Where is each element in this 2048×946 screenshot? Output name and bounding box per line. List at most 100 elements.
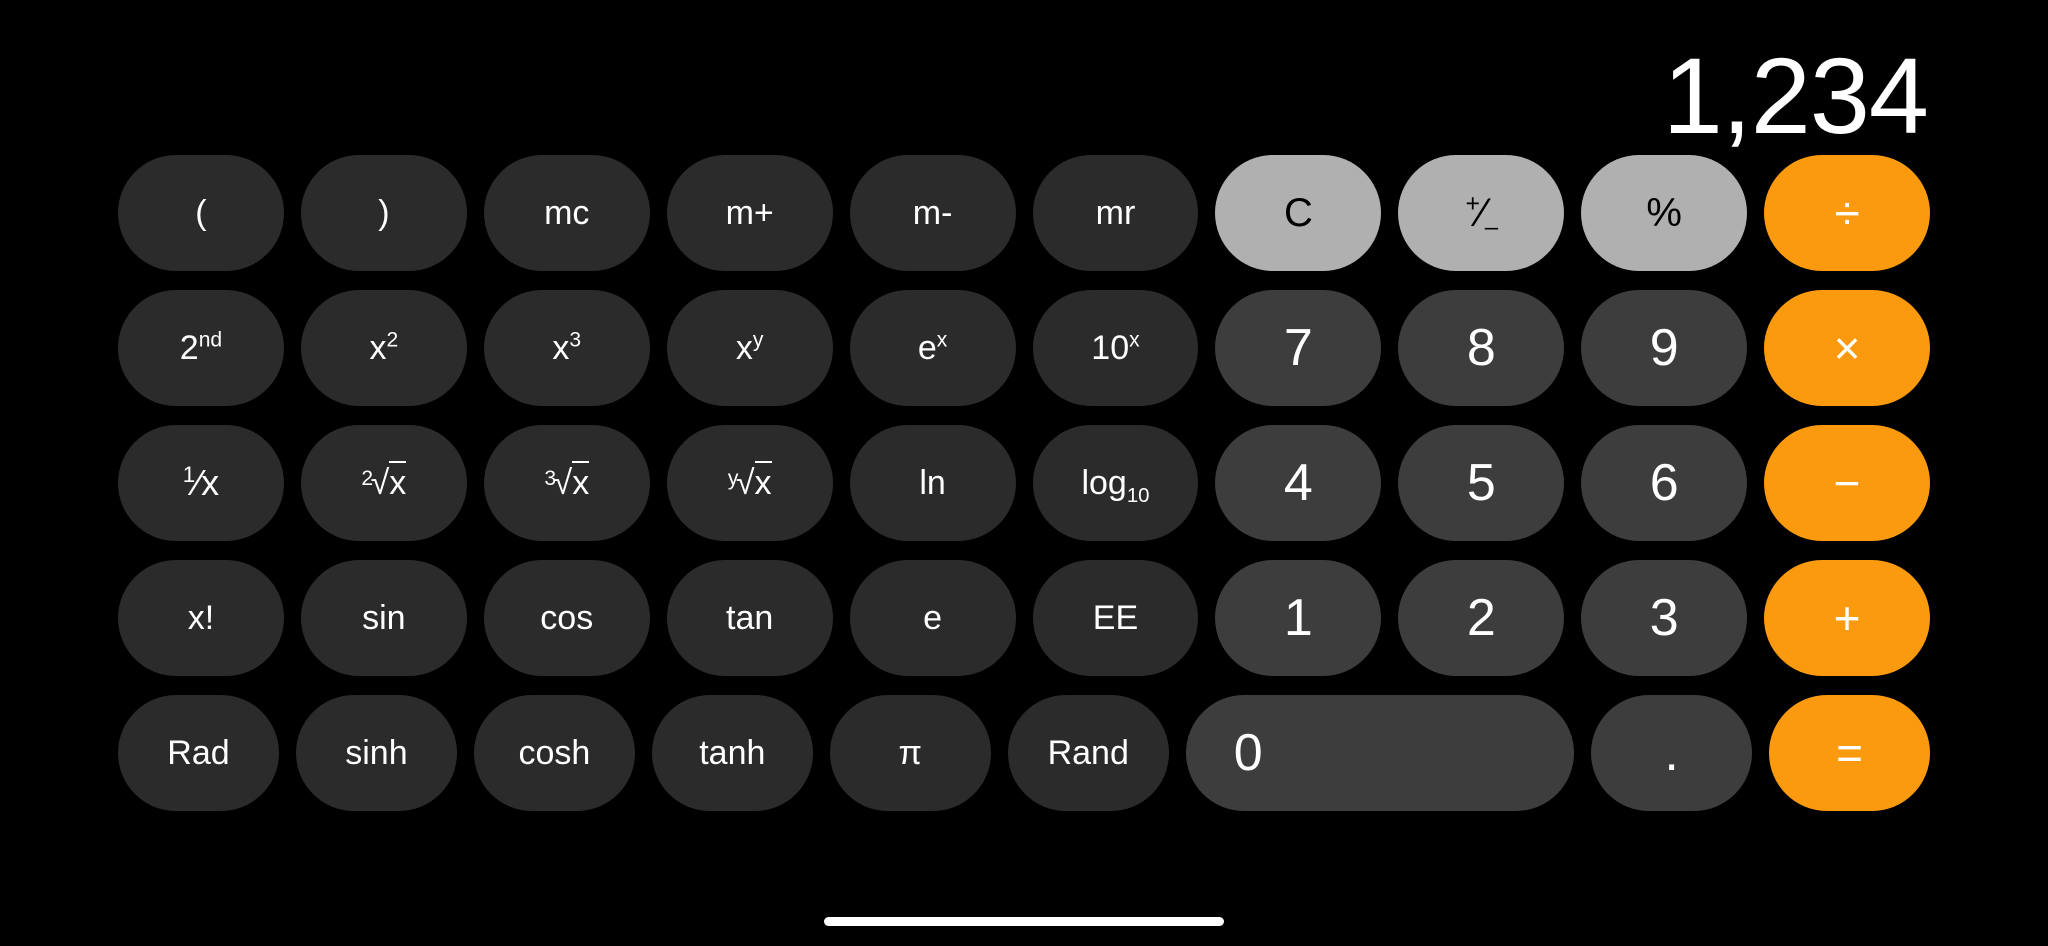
key-nth-root[interactable]: y √x: [666, 425, 833, 541]
key-label: +⁄–: [1465, 190, 1499, 241]
key-7[interactable]: 7: [1215, 290, 1382, 406]
key-0[interactable]: 0: [1185, 695, 1575, 811]
key-label: 0: [1233, 724, 1263, 782]
key-label: mr: [1095, 193, 1136, 232]
key-3[interactable]: 3: [1581, 560, 1748, 676]
key-label: −: [1833, 457, 1861, 509]
key-label: e: [923, 598, 943, 637]
key-scientific-notation[interactable]: EE: [1032, 560, 1199, 676]
key-label: +: [1833, 592, 1861, 644]
key-6[interactable]: 6: [1581, 425, 1748, 541]
key-natural-log[interactable]: ln: [849, 425, 1016, 541]
key-label: Rand: [1047, 733, 1129, 772]
key-equals[interactable]: =: [1769, 695, 1931, 811]
key-label: x2: [369, 328, 399, 367]
key-euler-number[interactable]: e: [849, 560, 1016, 676]
key-label: ex: [917, 328, 948, 367]
key-cosine[interactable]: cos: [483, 560, 650, 676]
key-row: 2nd x2 x3 xy ex 10x 7 8 9 ×: [118, 290, 1931, 406]
key-label: sinh: [345, 733, 408, 772]
key-reciprocal[interactable]: 1⁄x: [118, 425, 284, 541]
key-memory-add[interactable]: m+: [666, 155, 833, 271]
key-label: x3: [552, 328, 582, 367]
key-4[interactable]: 4: [1215, 425, 1382, 541]
key-label: cos: [540, 598, 594, 637]
key-row: 1⁄x 2 √x 3 √x y √x ln log10 4 5 6 −: [118, 425, 1931, 541]
key-memory-recall[interactable]: mr: [1032, 155, 1199, 271]
key-8[interactable]: 8: [1398, 290, 1565, 406]
key-power[interactable]: xy: [666, 290, 833, 406]
key-label: 2nd: [179, 328, 223, 367]
key-random[interactable]: Rand: [1007, 695, 1169, 811]
key-row: () mc m+ m-mr C +⁄–% ÷: [118, 155, 1931, 271]
key-label: m-: [912, 193, 953, 232]
key-label: 9: [1649, 319, 1679, 377]
key-add[interactable]: +: [1764, 560, 1931, 676]
key-label: tanh: [699, 733, 766, 772]
key-label: xy: [735, 328, 764, 367]
key-label: 2 √x: [361, 460, 407, 503]
key-hyperbolic-cosine[interactable]: cosh: [473, 695, 635, 811]
key-divide[interactable]: ÷: [1764, 155, 1931, 271]
key-memory-clear[interactable]: mc: [483, 155, 650, 271]
key-label: m+: [725, 193, 774, 232]
calculator-keypad: () mc m+ m-mr C +⁄–% ÷ 2nd x2 x3 xy ex 10x 7 8 9 × 1⁄x 2 √x…: [118, 155, 1931, 870]
key-label: ): [378, 193, 390, 232]
key-label: 5: [1466, 454, 1496, 512]
key-hyperbolic-tangent[interactable]: tanh: [651, 695, 813, 811]
key-label: 2: [1466, 589, 1496, 647]
key-close-paren[interactable]: ): [300, 155, 467, 271]
key-label: 10x: [1091, 328, 1140, 367]
key-square-root[interactable]: 2 √x: [300, 425, 467, 541]
key-memory-subtract[interactable]: m-: [849, 155, 1016, 271]
key-open-paren[interactable]: (: [118, 155, 284, 271]
key-hyperbolic-sine[interactable]: sinh: [295, 695, 457, 811]
key-label: Rad: [167, 733, 230, 772]
key-label: mc: [544, 193, 590, 232]
key-multiply[interactable]: ×: [1764, 290, 1931, 406]
key-label: .: [1664, 724, 1679, 782]
key-label: ln: [919, 463, 946, 502]
display-value: 1,234: [1662, 35, 1929, 156]
key-label: 1: [1283, 589, 1313, 647]
key-label: ×: [1833, 322, 1861, 374]
key-factorial[interactable]: x!: [118, 560, 284, 676]
key-label: π: [898, 733, 923, 772]
key-label: =: [1836, 727, 1863, 779]
key-label: 3: [1649, 589, 1679, 647]
key-sign-toggle[interactable]: +⁄–: [1398, 155, 1565, 271]
key-label: log10: [1081, 463, 1150, 507]
key-label: 4: [1283, 454, 1313, 512]
key-label: sin: [362, 598, 406, 637]
key-subtract[interactable]: −: [1764, 425, 1931, 541]
key-pi[interactable]: π: [829, 695, 991, 811]
key-label: 1⁄x: [182, 462, 220, 503]
key-label: tan: [726, 598, 774, 637]
key-clear[interactable]: C: [1215, 155, 1382, 271]
key-exp-ten[interactable]: 10x: [1032, 290, 1199, 406]
key-1[interactable]: 1: [1215, 560, 1382, 676]
key-sine[interactable]: sin: [300, 560, 467, 676]
key-tangent[interactable]: tan: [666, 560, 833, 676]
key-9[interactable]: 9: [1581, 290, 1748, 406]
key-decimal-point[interactable]: .: [1591, 695, 1753, 811]
key-label: x!: [187, 598, 215, 637]
key-label: EE: [1092, 598, 1139, 637]
key-label: (: [195, 193, 207, 232]
key-exp-e[interactable]: ex: [849, 290, 1016, 406]
key-log-base-10[interactable]: log10: [1032, 425, 1199, 541]
key-row: Rad sinh cosh tanh π Rand 0. =: [118, 695, 1931, 811]
key-cube[interactable]: x3: [483, 290, 650, 406]
key-second-function[interactable]: 2nd: [118, 290, 284, 406]
key-2[interactable]: 2: [1398, 560, 1565, 676]
key-label: 3 √x: [544, 460, 590, 503]
calculator-display: 1,234: [0, 0, 2048, 150]
key-percent[interactable]: %: [1581, 155, 1748, 271]
key-label: 8: [1466, 319, 1496, 377]
key-label: ÷: [1834, 187, 1860, 239]
key-radian-mode[interactable]: Rad: [118, 695, 279, 811]
key-label: 6: [1649, 454, 1679, 512]
key-square[interactable]: x2: [300, 290, 467, 406]
key-cube-root[interactable]: 3 √x: [483, 425, 650, 541]
key-5[interactable]: 5: [1398, 425, 1565, 541]
